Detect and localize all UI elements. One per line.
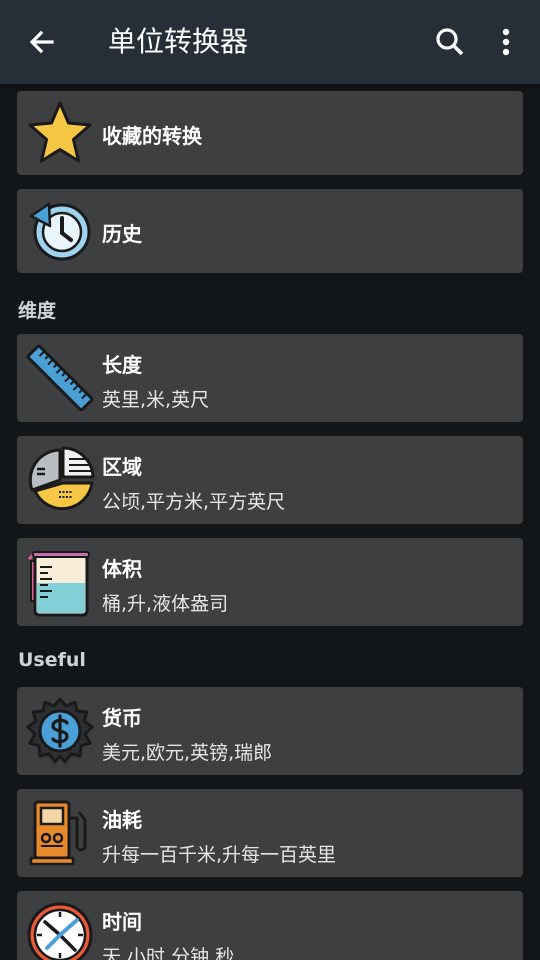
history-icon — [29, 202, 91, 261]
time-label: 时间 — [102, 910, 142, 934]
area-units: 公顷,平方米,平方英尺 — [102, 491, 286, 513]
ruler-icon — [26, 344, 94, 412]
length-card[interactable]: 长度 英里,米,英尺 — [17, 334, 523, 422]
converter-list[interactable]: 收藏的转换 历史 维度 长度 英里,米,英尺 区域 公顷,平方米,平方英尺 体积… — [0, 84, 540, 960]
currency-units: 美元,欧元,英镑,瑞郎 — [102, 742, 273, 764]
length-label: 长度 — [102, 353, 142, 377]
fuel-label: 油耗 — [102, 808, 142, 832]
arrow-left-icon[interactable] — [22, 22, 62, 62]
currency-card[interactable]: 货币 美元,欧元,英镑,瑞郎 — [17, 687, 523, 775]
time-units: 天,小时,分钟,秒 — [102, 946, 235, 960]
volume-card[interactable]: 体积 桶,升,液体盎司 — [17, 538, 523, 626]
fuel-units: 升每一百千米,升每一百英里 — [102, 844, 337, 866]
currency-label: 货币 — [102, 706, 142, 730]
history-label: 历史 — [102, 222, 142, 246]
area-card[interactable]: 区域 公顷,平方米,平方英尺 — [17, 436, 523, 524]
area-chart-icon — [28, 446, 95, 511]
search-icon[interactable] — [430, 22, 470, 62]
history-card[interactable]: 历史 — [17, 189, 523, 273]
fuel-card[interactable]: 油耗 升每一百千米,升每一百英里 — [17, 789, 523, 877]
section-dimensions: 维度 — [18, 300, 57, 322]
area-label: 区域 — [102, 455, 142, 479]
favorites-card[interactable]: 收藏的转换 — [17, 91, 523, 175]
volume-units: 桶,升,液体盎司 — [102, 593, 229, 615]
length-units: 英里,米,英尺 — [102, 389, 210, 411]
time-card[interactable]: 时间 天,小时,分钟,秒 — [17, 891, 523, 960]
section-useful: Useful — [18, 649, 86, 671]
fuel-pump-icon — [29, 800, 87, 866]
app-bar: 单位转换器 — [0, 0, 540, 84]
more-vert-icon[interactable] — [488, 22, 524, 62]
measuring-cup-icon — [27, 551, 90, 617]
page-title: 单位转换器 — [108, 25, 249, 58]
clock-icon — [27, 902, 93, 960]
favorites-label: 收藏的转换 — [102, 124, 202, 148]
dollar-gear-icon — [26, 697, 94, 764]
star-icon — [28, 101, 92, 163]
volume-label: 体积 — [102, 557, 142, 581]
